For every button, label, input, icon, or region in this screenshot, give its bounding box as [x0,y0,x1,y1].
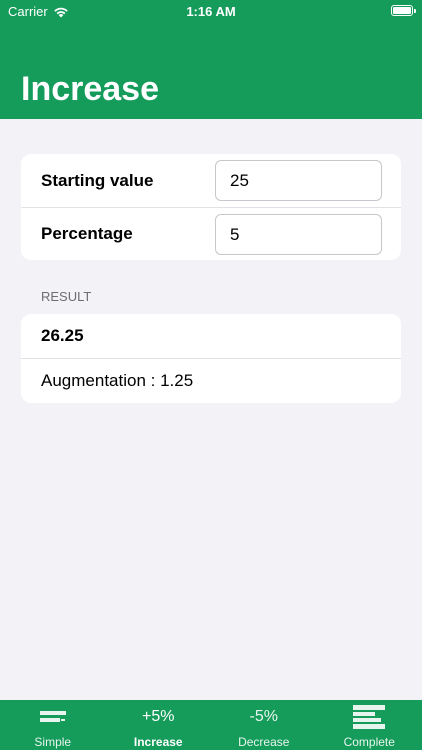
page-title: Increase [21,70,159,108]
result-value-row: 26.25 [21,314,401,358]
tab-decrease-label: Decrease [238,735,290,749]
tab-increase[interactable]: +5% Increase [106,700,212,750]
starting-value-row: Starting value [21,154,401,207]
plus-percent-icon: +5% [142,708,175,725]
augmentation-row: Augmentation : 1.25 [21,358,401,403]
percentage-row: Percentage [21,207,401,260]
input-card: Starting value Percentage [21,154,401,260]
tab-simple-label: Simple [34,735,72,749]
battery-icon [391,5,416,16]
result-value: 26.25 [41,326,84,345]
minus-percent-icon: -5% [249,708,278,725]
complete-bars-icon [353,705,386,729]
tab-decrease[interactable]: -5% Decrease [211,700,317,750]
status-time: 1:16 AM [186,4,236,19]
tab-complete-label: Complete [343,735,395,749]
result-section-header: RESULT [41,289,92,304]
starting-value-label: Starting value [41,170,154,190]
augmentation-text: Augmentation : 1.25 [41,371,194,390]
tab-complete[interactable]: Complete [317,700,422,750]
tab-bar: Simple +5% Increase -5% Decrease Complet… [0,700,422,750]
status-bar: Carrier 1:16 AM [0,0,422,24]
tab-increase-label: Increase [133,735,183,749]
simple-bars-icon [39,711,66,722]
result-card: 26.25 Augmentation : 1.25 [21,314,401,403]
percentage-label: Percentage [41,224,133,243]
header-bar: Carrier 1:16 AM Increase [0,0,422,119]
percentage-input[interactable] [215,214,382,255]
starting-value-input[interactable] [215,160,382,201]
tab-simple[interactable]: Simple [0,700,106,750]
